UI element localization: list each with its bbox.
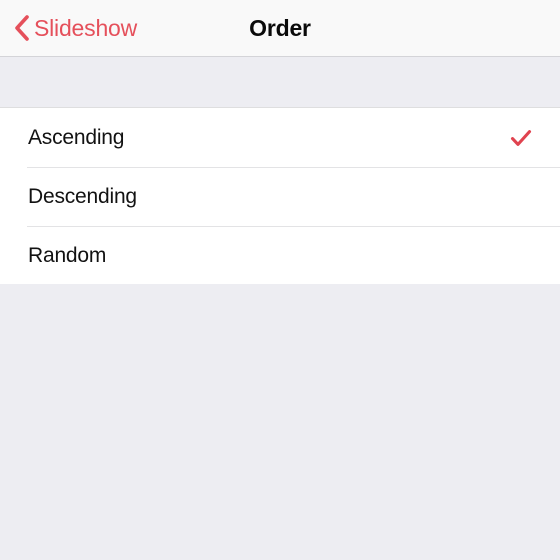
settings-order-screen: Slideshow Order Ascending Descending Ran… xyxy=(0,0,560,560)
navigation-bar: Slideshow Order xyxy=(0,0,560,57)
list-item-label: Descending xyxy=(28,185,137,208)
list-item-label: Ascending xyxy=(28,126,125,149)
list-item-random[interactable]: Random xyxy=(0,226,560,285)
checkmark-icon xyxy=(510,129,532,146)
section-spacer xyxy=(0,57,560,107)
list-item-descending[interactable]: Descending xyxy=(0,167,560,226)
chevron-left-icon xyxy=(15,15,29,41)
page-background xyxy=(0,284,560,560)
list-item-label: Random xyxy=(28,244,107,267)
order-options-list: Ascending Descending Random xyxy=(0,107,560,286)
list-item-ascending[interactable]: Ascending xyxy=(0,108,560,167)
back-button-label: Slideshow xyxy=(34,14,138,41)
back-button[interactable]: Slideshow xyxy=(14,0,137,56)
